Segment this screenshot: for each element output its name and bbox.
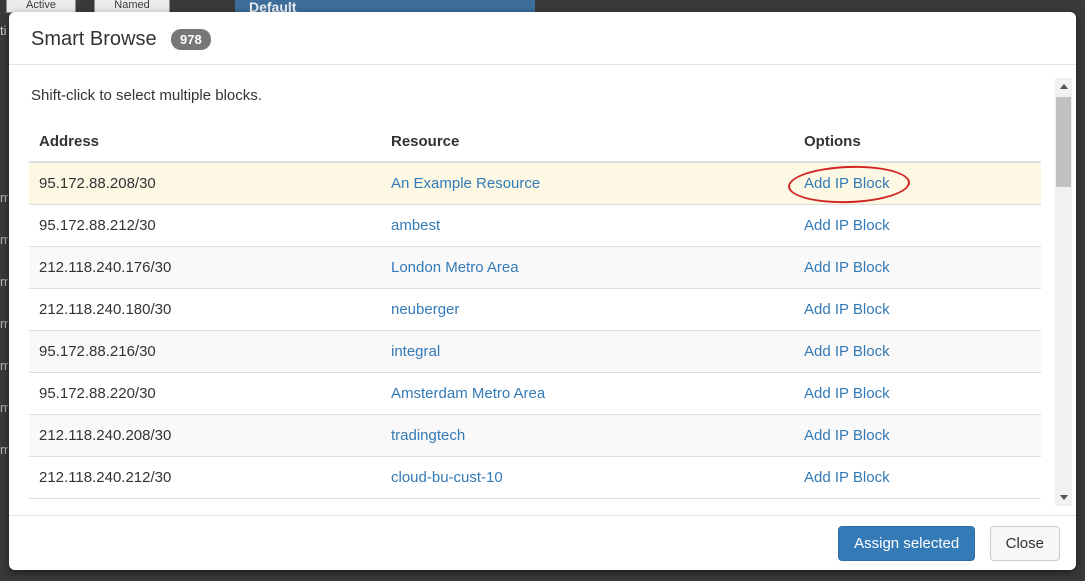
background-text-fragment: m (0, 191, 8, 205)
resource-link[interactable]: neuberger (391, 301, 459, 318)
column-header-options: Options (794, 122, 1041, 162)
resource-link[interactable]: Amsterdam Metro Area (391, 385, 545, 402)
address-cell: 95.172.88.220/30 (29, 373, 381, 415)
table-row[interactable]: 95.172.88.220/30 Amsterdam Metro Area Ad… (29, 373, 1041, 415)
vertical-scrollbar[interactable] (1055, 78, 1072, 506)
add-ip-block-link[interactable]: Add IP Block (804, 343, 890, 360)
background-text-fragment: m (0, 401, 8, 415)
scroll-up-button[interactable] (1055, 78, 1072, 95)
add-ip-block-link[interactable]: Add IP Block (804, 427, 890, 444)
background-text-fragment: ti (0, 24, 8, 38)
assign-selected-button[interactable]: Assign selected (838, 526, 975, 561)
background-text-fragment: m (0, 317, 8, 331)
address-cell: 212.118.240.208/30 (29, 415, 381, 457)
address-cell: 95.172.88.216/30 (29, 331, 381, 373)
add-ip-block-link[interactable]: Add IP Block (804, 469, 890, 486)
resource-link[interactable]: integral (391, 343, 440, 360)
address-cell: 212.118.240.212/30 (29, 457, 381, 499)
add-ip-block-link[interactable]: Add IP Block (804, 175, 890, 192)
address-cell: 95.172.88.208/30 (29, 162, 381, 205)
column-header-address: Address (29, 122, 381, 162)
address-cell: 212.118.240.180/30 (29, 289, 381, 331)
table-row[interactable]: 95.172.88.212/30 ambest Add IP Block (29, 205, 1041, 247)
count-badge: 978 (171, 29, 211, 50)
scrollbar-thumb[interactable] (1056, 97, 1071, 187)
resource-link[interactable]: ambest (391, 217, 440, 234)
add-ip-block-link[interactable]: Add IP Block (804, 301, 890, 318)
background-text-fragment: m (0, 359, 8, 373)
table-row[interactable]: 212.118.240.212/30 cloud-bu-cust-10 Add … (29, 457, 1041, 499)
resource-link[interactable]: London Metro Area (391, 259, 519, 276)
table-row[interactable]: 212.118.240.176/30 London Metro Area Add… (29, 247, 1041, 289)
background-text-fragment: m (0, 233, 8, 247)
add-ip-block-link[interactable]: Add IP Block (804, 217, 890, 234)
scroll-down-button[interactable] (1055, 489, 1072, 506)
arrow-up-icon (1060, 84, 1068, 89)
address-cell: 212.118.240.176/30 (29, 247, 381, 289)
background-text-fragment: m (0, 443, 8, 457)
add-ip-block-link[interactable]: Add IP Block (804, 385, 890, 402)
table-row[interactable]: 95.172.88.208/30 An Example Resource Add… (29, 162, 1041, 205)
resource-link[interactable]: cloud-bu-cust-10 (391, 469, 503, 486)
resource-link[interactable]: An Example Resource (391, 175, 540, 192)
address-cell: 95.172.88.212/30 (29, 205, 381, 247)
instruction-text: Shift-click to select multiple blocks. (31, 87, 1056, 104)
table-row[interactable]: 212.118.240.180/30 neuberger Add IP Bloc… (29, 289, 1041, 331)
modal-header: Smart Browse 978 (9, 12, 1076, 65)
ip-blocks-table: Address Resource Options 95.172.88.208/3… (29, 122, 1041, 499)
table-row[interactable]: 95.172.88.216/30 integral Add IP Block (29, 331, 1041, 373)
close-button[interactable]: Close (990, 526, 1060, 561)
modal-body: Shift-click to select multiple blocks. A… (9, 87, 1076, 499)
arrow-down-icon (1060, 495, 1068, 500)
smart-browse-modal: Smart Browse 978 Shift-click to select m… (9, 12, 1076, 570)
modal-footer: Assign selected Close (9, 515, 1076, 570)
table-row[interactable]: 212.118.240.208/30 tradingtech Add IP Bl… (29, 415, 1041, 457)
add-ip-block-link[interactable]: Add IP Block (804, 259, 890, 276)
table-header-row: Address Resource Options (29, 122, 1041, 162)
column-header-resource: Resource (381, 122, 794, 162)
background-text-fragment: m (0, 275, 8, 289)
resource-link[interactable]: tradingtech (391, 427, 465, 444)
modal-title: Smart Browse (31, 28, 157, 51)
